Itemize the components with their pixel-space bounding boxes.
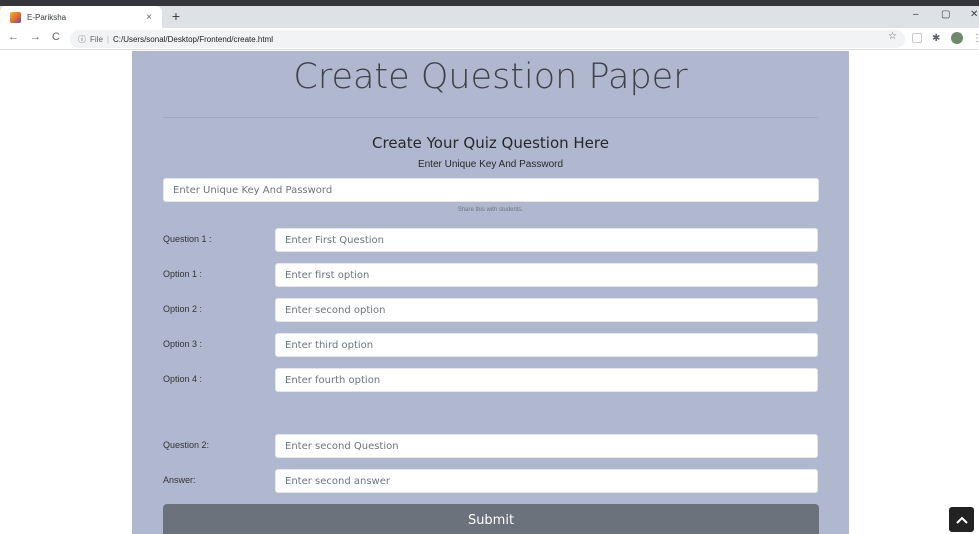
minimize-icon[interactable]: – (913, 9, 919, 20)
question-2-label: Question 2: (163, 440, 210, 450)
option-2-input[interactable] (275, 298, 818, 322)
tab-bar: E-Pariksha × + – ▢ ✕ (0, 6, 979, 28)
browser-menu-icon[interactable]: ⋮ (972, 33, 979, 44)
divider (163, 117, 818, 118)
puzzle-extensions-icon[interactable]: ✱ (932, 33, 940, 44)
back-icon[interactable]: ← (8, 31, 19, 43)
option-2-label: Option 2 : (163, 304, 203, 314)
option-4-label: Option 4 : (163, 374, 203, 384)
page-title: Create Question Paper (293, 57, 688, 97)
site-favicon-icon (10, 11, 21, 23)
option-1-input[interactable] (275, 263, 818, 287)
question-1-label: Question 1 : (163, 234, 212, 244)
form-subtitle: Create Your Quiz Question Here (372, 134, 609, 152)
tab-close-icon[interactable]: × (142, 12, 156, 23)
reload-icon[interactable]: C (52, 31, 60, 43)
new-tab-button[interactable]: + (168, 8, 184, 24)
browser-tab[interactable]: E-Pariksha × (0, 6, 162, 28)
question-2-input[interactable] (275, 434, 818, 458)
chevron-up-icon (955, 516, 968, 524)
key-hint: Share this with students. (457, 207, 524, 213)
profile-avatar[interactable] (951, 32, 963, 44)
option-1-label: Option 1 : (163, 269, 203, 279)
forward-icon[interactable]: → (30, 31, 41, 43)
bookmark-star-icon[interactable]: ☆ (888, 31, 897, 42)
maximize-icon[interactable]: ▢ (941, 9, 950, 20)
submit-button[interactable]: Submit (163, 504, 819, 534)
option-3-label: Option 3 : (163, 339, 203, 349)
url-scheme: File (90, 34, 103, 44)
page-viewport: Create Question Paper Create Your Quiz Q… (0, 51, 979, 534)
url-text: C:/Users/sonal/Desktop/Frontend/create.h… (112, 34, 274, 44)
option-3-input[interactable] (275, 333, 818, 357)
form-panel: Create Question Paper Create Your Quiz Q… (132, 51, 849, 534)
unique-key-input[interactable] (163, 178, 819, 202)
question-1-input[interactable] (275, 228, 818, 252)
url-field[interactable]: ⓘ File | C:/Users/sonal/Desktop/Frontend… (70, 30, 905, 48)
answer-input[interactable] (275, 469, 818, 493)
key-label: Enter Unique Key And Password (417, 159, 564, 170)
option-4-input[interactable] (275, 368, 818, 392)
url-separator: | (106, 34, 109, 44)
address-bar-row: ← → C ⓘ File | C:/Users/sonal/Desktop/Fr… (0, 28, 979, 50)
scroll-to-top-button[interactable] (949, 507, 974, 532)
tab-title: E-Pariksha (27, 12, 67, 22)
close-window-icon[interactable]: ✕ (970, 9, 978, 20)
info-icon[interactable]: ⓘ (78, 34, 86, 45)
answer-label: Answer: (163, 475, 196, 485)
extension-square-icon[interactable] (912, 33, 922, 43)
